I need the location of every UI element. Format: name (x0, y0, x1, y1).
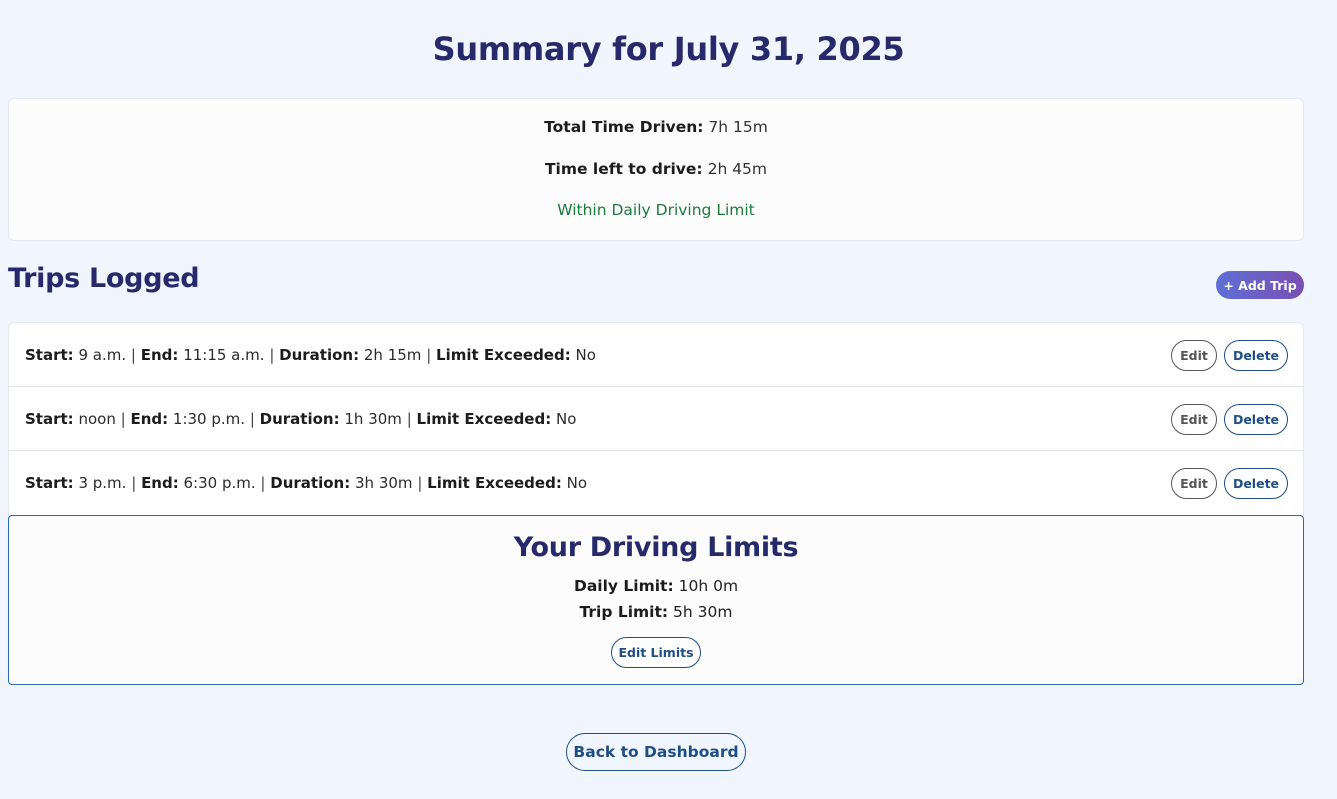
trip-limit-exceeded-label: Limit Exceeded: (416, 410, 552, 428)
trip-separator: | (269, 346, 275, 364)
add-trip-button[interactable]: + Add Trip (1216, 271, 1304, 299)
trip-duration-label: Duration: (270, 474, 351, 492)
daily-limit-line: Daily Limit: 10h 0m (9, 577, 1303, 595)
delete-trip-button[interactable]: Delete (1224, 340, 1288, 371)
trip-limit-exceeded-value: No (575, 346, 596, 364)
trip-end-label: End: (140, 346, 179, 364)
total-time-label: Total Time Driven: (544, 118, 704, 136)
trip-start-label: Start: (25, 474, 74, 492)
time-left-label: Time left to drive: (544, 160, 703, 178)
trip-end-label: End: (130, 410, 169, 428)
trip-row: Start: 9 a.m. | End: 11:15 a.m. | Durati… (9, 323, 1303, 387)
trip-list: Start: 9 a.m. | End: 11:15 a.m. | Durati… (8, 322, 1304, 516)
trip-duration-value: 3h 30m (355, 474, 413, 492)
trip-separator: | (131, 474, 137, 492)
trip-limit-exceeded-value: No (566, 474, 588, 492)
trip-details: Start: noon | End: 1:30 p.m. | Duration:… (25, 387, 576, 451)
delete-trip-button[interactable]: Delete (1224, 404, 1288, 435)
trip-separator: | (120, 410, 126, 428)
edit-trip-button[interactable]: Edit (1171, 468, 1217, 499)
daily-limit-label: Daily Limit: (573, 577, 674, 595)
summary-page: Summary for July 31, 2025 Total Time Dri… (0, 0, 1337, 799)
trip-start-label: Start: (25, 346, 74, 364)
trip-separator: | (417, 474, 423, 492)
trip-row: Start: 3 p.m. | End: 6:30 p.m. | Duratio… (9, 451, 1303, 515)
trip-row: Start: noon | End: 1:30 p.m. | Duration:… (9, 387, 1303, 451)
daily-limit-value: 10h 0m (678, 577, 739, 595)
trip-separator: | (249, 410, 255, 428)
total-time-value: 7h 15m (708, 118, 768, 136)
delete-trip-button[interactable]: Delete (1224, 468, 1288, 499)
trip-limit-label: Trip Limit: (579, 603, 669, 621)
edit-trip-button[interactable]: Edit (1171, 404, 1217, 435)
trip-separator: | (130, 346, 136, 364)
back-to-dashboard-button[interactable]: Back to Dashboard (566, 733, 746, 771)
trip-separator: | (426, 346, 432, 364)
limits-title: Your Driving Limits (513, 532, 799, 563)
limit-status: Within Daily Driving Limit (557, 201, 755, 219)
edit-limits-button[interactable]: Edit Limits (611, 637, 701, 668)
trip-limit-exceeded-label: Limit Exceeded: (436, 346, 571, 364)
trip-separator: | (406, 410, 412, 428)
trip-duration-value: 2h 15m (363, 346, 422, 364)
summary-card: Total Time Driven: 7h 15m Time left to d… (8, 98, 1304, 241)
trip-details: Start: 3 p.m. | End: 6:30 p.m. | Duratio… (25, 451, 587, 515)
time-left-value: 2h 45m (707, 160, 768, 178)
page-title: Summary for July 31, 2025 (432, 30, 905, 68)
trip-start-label: Start: (25, 410, 74, 428)
trip-limit-exceeded-value: No (556, 410, 577, 428)
trip-end-value: 6:30 p.m. (183, 474, 256, 492)
trip-duration-label: Duration: (279, 346, 360, 364)
trip-duration-value: 1h 30m (344, 410, 402, 428)
trip-end-value: 11:15 a.m. (183, 346, 265, 364)
trip-separator: | (260, 474, 266, 492)
trip-details: Start: 9 a.m. | End: 11:15 a.m. | Durati… (25, 323, 596, 387)
trip-limit-line: Trip Limit: 5h 30m (9, 603, 1303, 621)
trip-start-value: 9 a.m. (78, 346, 127, 364)
trip-end-label: End: (141, 474, 179, 492)
time-left-line: Time left to drive: 2h 45m (9, 160, 1303, 178)
trip-limit-exceeded-label: Limit Exceeded: (427, 474, 562, 492)
driving-limits-card: Your Driving Limits Daily Limit: 10h 0m … (8, 515, 1304, 685)
trip-duration-label: Duration: (259, 410, 340, 428)
trip-end-value: 1:30 p.m. (172, 410, 246, 428)
trip-limit-value: 5h 30m (673, 603, 733, 621)
trip-start-value: noon (78, 410, 116, 428)
total-time-line: Total Time Driven: 7h 15m (9, 118, 1303, 136)
trip-start-value: 3 p.m. (78, 474, 127, 492)
edit-trip-button[interactable]: Edit (1171, 340, 1217, 371)
trips-section-title: Trips Logged (8, 263, 200, 294)
